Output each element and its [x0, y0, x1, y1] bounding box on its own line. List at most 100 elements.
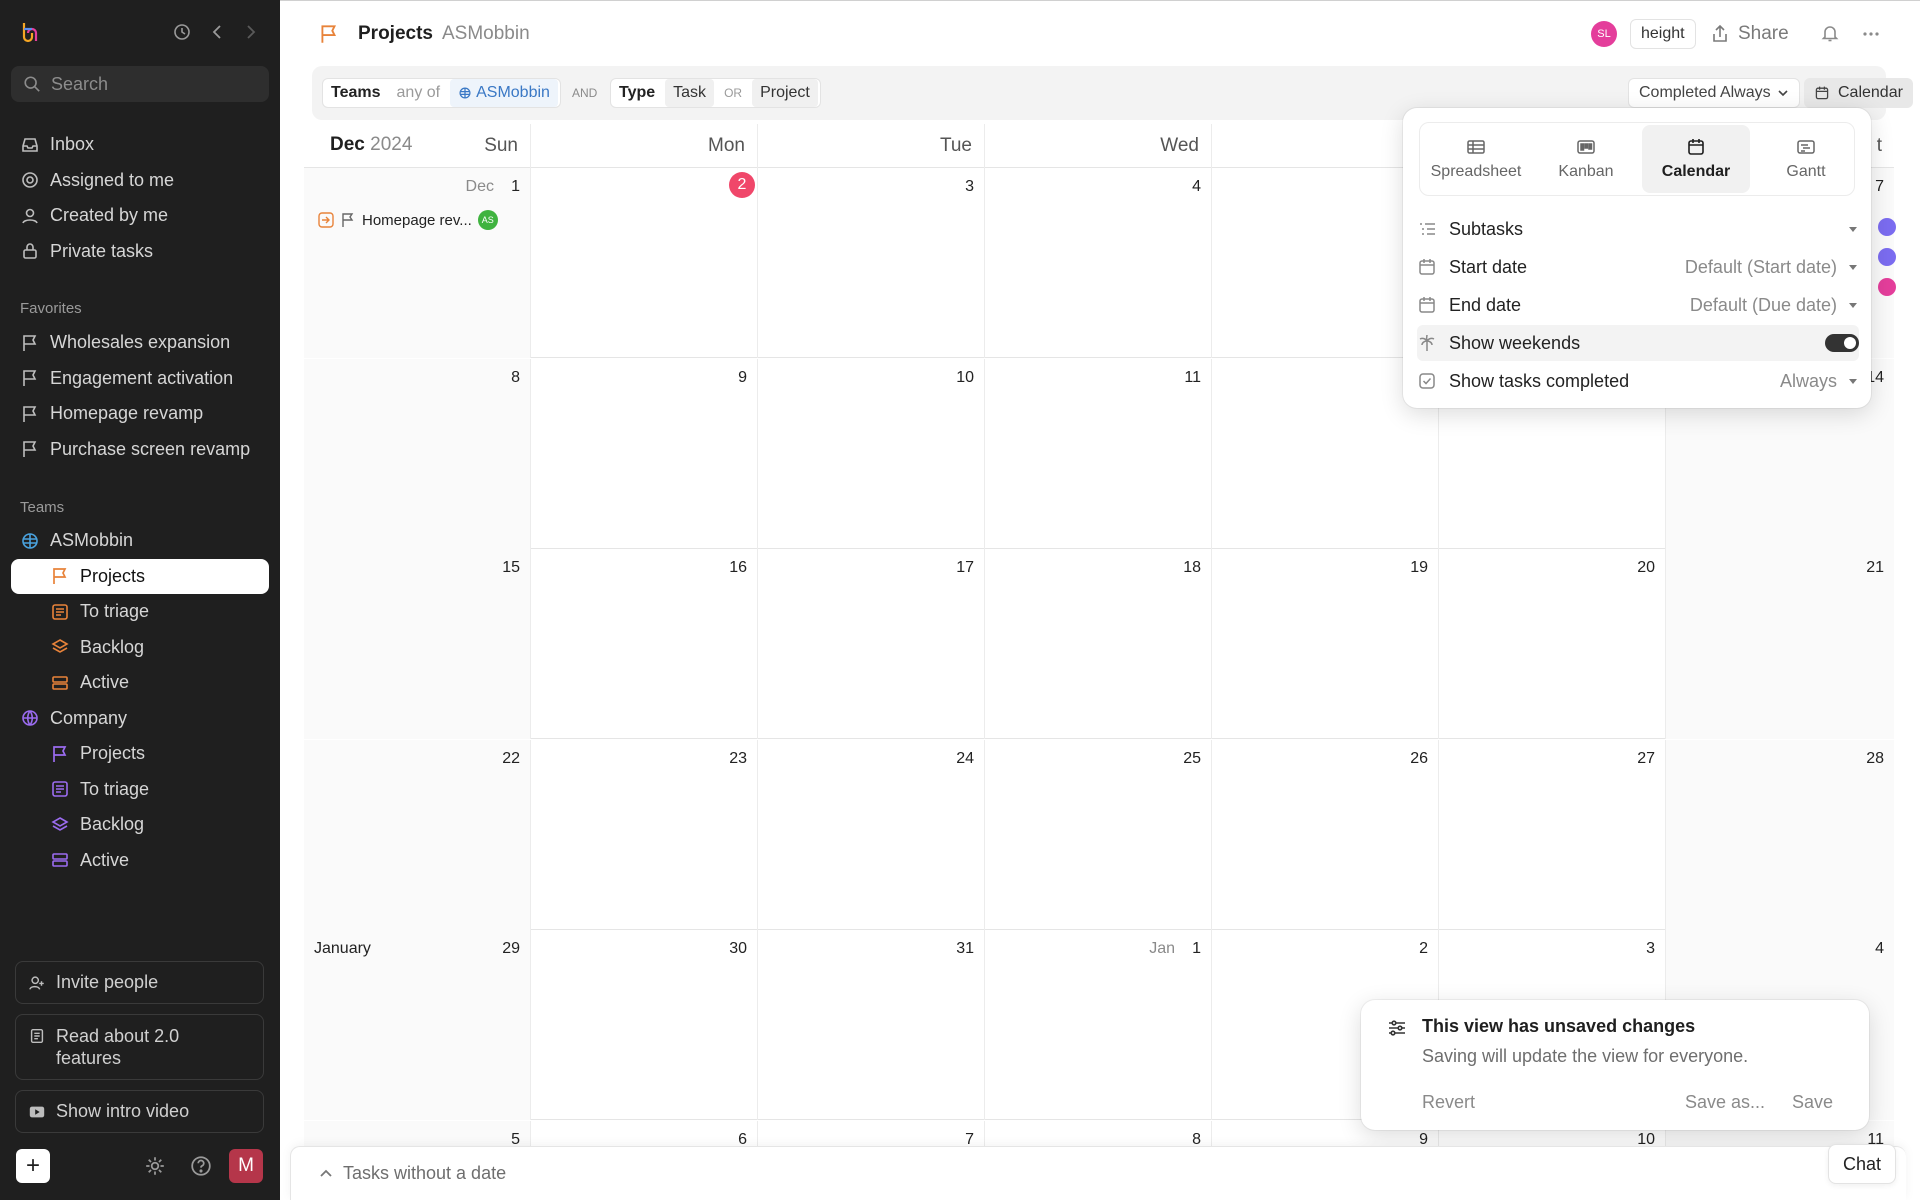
view-calendar[interactable]: Calendar — [1642, 125, 1750, 193]
calendar-day-cell[interactable]: 23 — [531, 739, 758, 930]
team-company-triage[interactable]: To triage — [11, 772, 269, 808]
history-icon[interactable] — [172, 22, 192, 42]
teams-filter-op[interactable]: any of — [389, 79, 449, 107]
calendar-day-cell[interactable]: 19 — [1212, 549, 1439, 739]
save-as-button[interactable]: Save as... — [1685, 1092, 1765, 1113]
calendar-event[interactable]: Homepage rev... AS — [318, 208, 518, 232]
type-filter-task[interactable]: Task — [665, 79, 715, 107]
member-avatar[interactable]: SL — [1591, 21, 1617, 47]
add-button[interactable]: + — [16, 1149, 50, 1183]
calendar-day-cell[interactable]: 28 — [1666, 739, 1894, 930]
subtasks-dropdown[interactable] — [1847, 223, 1859, 235]
calendar-day-cell[interactable]: January 29 — [304, 930, 531, 1120]
calendar-day-cell[interactable]: 25 — [985, 739, 1212, 930]
fav-item-purchase[interactable]: Purchase screen revamp — [11, 432, 269, 468]
calendar-day-cell[interactable]: 3 — [758, 168, 985, 358]
read-features-button[interactable]: Read about 2.0 features — [15, 1014, 264, 1080]
back-arrow-icon[interactable] — [208, 22, 228, 42]
teams-filter[interactable]: Teams any of ASMobbin — [322, 78, 561, 108]
calendar-day-cell[interactable]: 15 — [304, 549, 531, 739]
team-company-projects[interactable]: Projects — [11, 736, 269, 772]
tasks-without-date-bar[interactable]: Tasks without a date — [290, 1146, 1906, 1200]
event-assignee-avatar[interactable] — [1878, 218, 1896, 236]
fav-item-engagement[interactable]: Engagement activation — [11, 361, 269, 397]
intro-video-button[interactable]: Show intro video — [15, 1090, 264, 1133]
start-date-dropdown[interactable]: Default (Start date) — [1685, 257, 1859, 278]
type-filter-project[interactable]: Project — [752, 79, 818, 107]
calendar-day-cell[interactable]: 18 — [985, 549, 1212, 739]
team-asmobbin-projects[interactable]: Projects — [11, 558, 269, 594]
calendar-day-cell[interactable]: 10 — [758, 358, 985, 549]
calendar-day-cell[interactable]: 20 — [1439, 549, 1666, 739]
team-asmobbin-triage[interactable]: To triage — [11, 594, 269, 630]
show-weekends-row[interactable]: Show weekends — [1417, 325, 1859, 361]
team-asmobbin-backlog[interactable]: Backlog — [11, 630, 269, 666]
app-logo-icon[interactable] — [18, 20, 42, 44]
calendar-day-cell[interactable]: 30 — [531, 930, 758, 1120]
team-company-active[interactable]: Active — [11, 843, 269, 879]
user-avatar[interactable]: M — [229, 1149, 263, 1183]
view-kanban[interactable]: Kanban — [1532, 125, 1640, 193]
teams-filter-value[interactable]: ASMobbin — [450, 79, 558, 107]
team-company-backlog[interactable]: Backlog — [11, 807, 269, 843]
gear-icon[interactable] — [144, 1155, 166, 1177]
target-icon — [22, 172, 38, 189]
event-assignee-avatar[interactable] — [1878, 278, 1896, 296]
calendar-day-cell[interactable]: 22 — [304, 739, 531, 930]
help-icon[interactable] — [190, 1155, 212, 1177]
calendar-day-cell[interactable]: 8 — [304, 358, 531, 549]
completed-filter-button[interactable]: Completed Always — [1628, 78, 1800, 108]
nav-private[interactable]: Private tasks — [11, 234, 269, 270]
tasks-without-date-toggle[interactable]: Tasks without a date — [319, 1163, 506, 1184]
view-spreadsheet[interactable]: Spreadsheet — [1422, 125, 1530, 193]
chat-button[interactable]: Chat — [1828, 1144, 1897, 1184]
revert-button[interactable]: Revert — [1422, 1092, 1475, 1113]
event-assignee-avatar[interactable]: AS — [477, 210, 498, 230]
page-subtitle[interactable]: ASMobbin — [442, 23, 530, 45]
fav-item-homepage[interactable]: Homepage revamp — [11, 396, 269, 432]
event-assignee-avatar[interactable] — [1878, 248, 1896, 266]
show-weekends-toggle[interactable] — [1825, 334, 1859, 352]
search-input[interactable] — [51, 73, 251, 95]
more-dots-icon[interactable] — [1860, 23, 1882, 45]
view-gantt[interactable]: Gantt — [1752, 125, 1860, 193]
calendar-day-cell[interactable]: 24 — [758, 739, 985, 930]
invite-people-button[interactable]: Invite people — [15, 961, 264, 1004]
team-asmobbin[interactable]: ASMobbin — [11, 523, 269, 559]
calendar-day-cell[interactable]: 26 — [1212, 739, 1439, 930]
bell-icon[interactable] — [1820, 23, 1840, 43]
nav-created[interactable]: Created by me — [11, 198, 269, 234]
subtasks-row[interactable]: Subtasks — [1417, 211, 1859, 247]
calendar-day-cell[interactable]: 2 — [531, 168, 758, 358]
show-completed-dropdown[interactable]: Always — [1780, 371, 1859, 392]
calendar-day-cell[interactable]: 9 — [531, 358, 758, 549]
fav-item-label: Purchase screen revamp — [50, 438, 251, 459]
team-asmobbin-active[interactable]: Active — [11, 665, 269, 701]
calendar-day-cell[interactable]: 27 — [1439, 739, 1666, 930]
show-completed-row[interactable]: Show tasks completed Always — [1417, 363, 1859, 399]
end-date-dropdown[interactable]: Default (Due date) — [1690, 295, 1859, 316]
calendar-day-cell[interactable]: 31 — [758, 930, 985, 1120]
type-filter[interactable]: Type Task OR Project — [610, 78, 821, 108]
calendar-day-cell[interactable]: 1 Dec Homepage rev... AS — [304, 168, 531, 358]
end-date-row[interactable]: End date Default (Due date) — [1417, 287, 1859, 323]
calendar-day-cell[interactable]: 1 Jan — [985, 930, 1212, 1120]
share-button[interactable]: Share — [1710, 19, 1789, 49]
height-badge[interactable]: height — [1630, 19, 1696, 49]
forward-arrow-icon[interactable] — [240, 22, 260, 42]
nav-assigned[interactable]: Assigned to me — [11, 163, 269, 199]
fav-item-wholesales[interactable]: Wholesales expansion — [11, 325, 269, 361]
calendar-day-cell[interactable]: 11 — [985, 358, 1212, 549]
end-date-value: Default (Due date) — [1689, 294, 1837, 315]
nav-inbox[interactable]: Inbox — [11, 127, 269, 163]
calendar-day-cell[interactable]: 4 — [985, 168, 1212, 358]
search-box[interactable] — [11, 66, 269, 102]
save-button[interactable]: Save — [1792, 1092, 1833, 1113]
team-company[interactable]: Company — [11, 701, 269, 737]
start-date-row[interactable]: Start date Default (Start date) — [1417, 249, 1859, 285]
calendar-day-cell[interactable]: 16 — [531, 549, 758, 739]
day-number: 1 — [511, 178, 520, 195]
calendar-day-cell[interactable]: 17 — [758, 549, 985, 739]
view-switcher-button[interactable]: Calendar — [1804, 78, 1913, 108]
calendar-day-cell[interactable]: 21 — [1666, 549, 1894, 739]
